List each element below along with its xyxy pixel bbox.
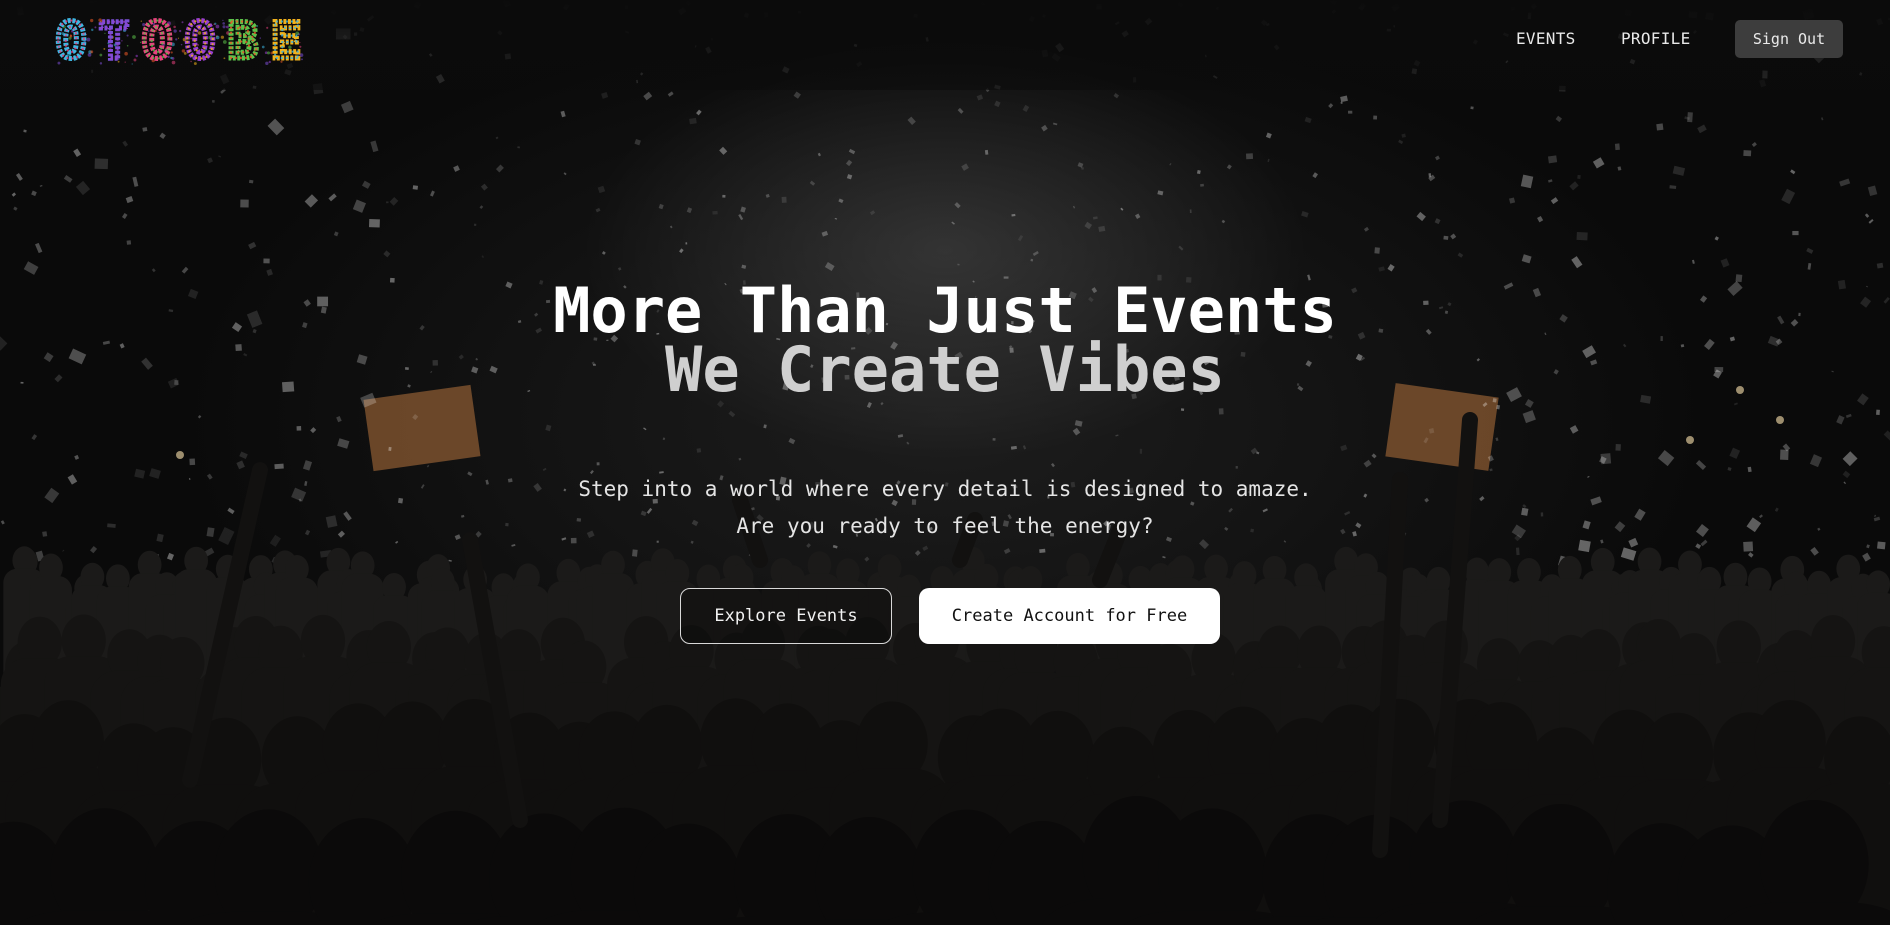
hero-description: Step into a world where every detail is … xyxy=(0,471,1890,545)
explore-events-button[interactable]: Explore Events xyxy=(680,588,892,644)
nav-profile-link[interactable]: PROFILE xyxy=(1621,29,1691,48)
hero-background-image xyxy=(0,0,1890,925)
svg-text:B: B xyxy=(228,14,258,68)
svg-text:O: O xyxy=(142,14,172,68)
nav-events-link[interactable]: EVENTS xyxy=(1516,29,1576,48)
hero-description-line-2: Are you ready to feel the energy? xyxy=(736,514,1154,538)
svg-text:O: O xyxy=(56,14,86,68)
logo-graphic: OO TT OO OO BB EE xyxy=(54,10,304,73)
svg-text:T: T xyxy=(99,14,129,68)
hero-subtitle: We Create Vibes xyxy=(665,333,1225,406)
site-header: OOTTOOOOBBEE EVENTS PROFILE Sign Out xyxy=(0,0,1890,80)
otoobe-logo[interactable]: OOTTOOOOBBEE xyxy=(52,10,316,73)
hero-description-line-1: Step into a world where every detail is … xyxy=(578,477,1312,501)
svg-text:O: O xyxy=(185,14,215,68)
sign-out-button[interactable]: Sign Out xyxy=(1735,20,1843,58)
svg-text:E: E xyxy=(271,14,301,68)
create-account-button[interactable]: Create Account for Free xyxy=(919,588,1220,644)
concert-crowd-illustration xyxy=(0,0,1890,925)
